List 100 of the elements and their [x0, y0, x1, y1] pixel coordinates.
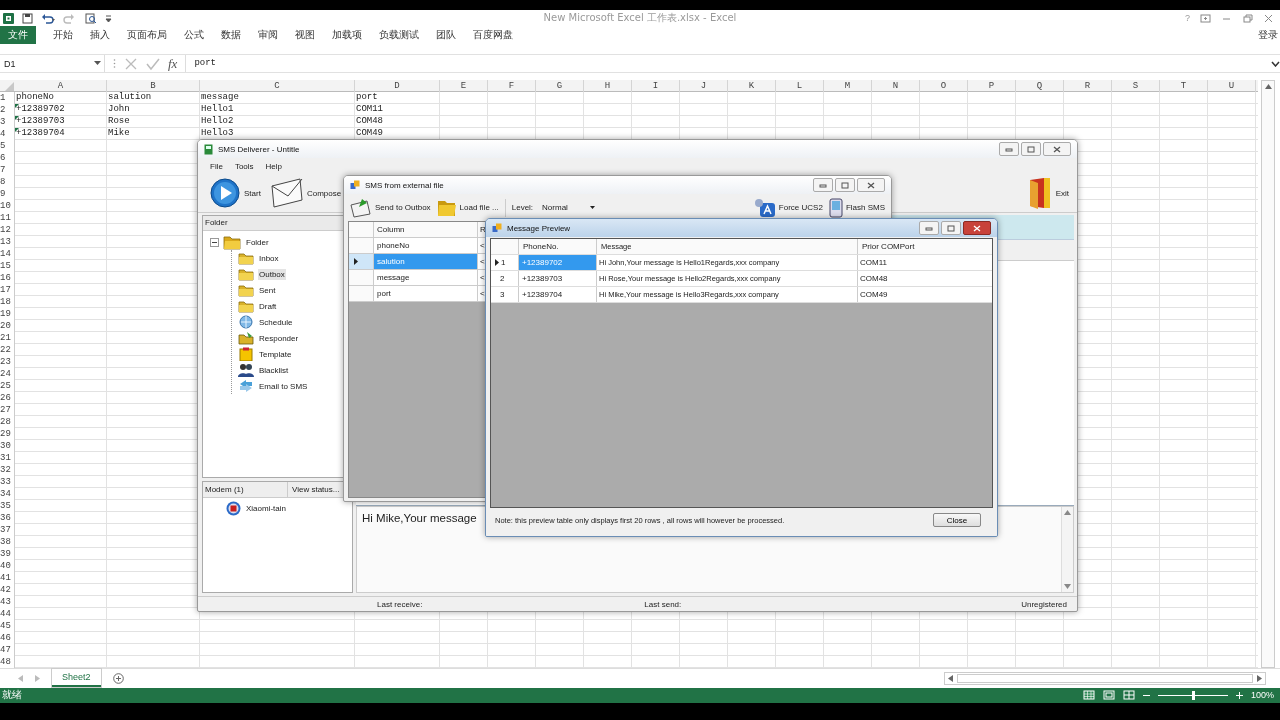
column-header[interactable]: T: [1160, 80, 1208, 93]
formula-field[interactable]: port: [185, 55, 1263, 73]
row-header[interactable]: 39: [0, 548, 15, 561]
row-header[interactable]: 21: [0, 332, 15, 345]
row-header[interactable]: 16: [0, 272, 15, 285]
column-header[interactable]: J: [680, 80, 728, 93]
new-sheet-icon[interactable]: [112, 672, 124, 684]
row-header[interactable]: 44: [0, 608, 15, 621]
name-box[interactable]: D1: [0, 58, 94, 69]
tab-prev-icon[interactable]: [18, 674, 23, 682]
column-header[interactable]: S: [1112, 80, 1160, 93]
column-header[interactable]: N: [872, 80, 920, 93]
toolbar-button[interactable]: Force UCS2: [753, 197, 823, 218]
row-header[interactable]: 17: [0, 284, 15, 297]
row-header[interactable]: 18: [0, 296, 15, 309]
row-header[interactable]: 31: [0, 452, 15, 465]
close-button[interactable]: [963, 221, 991, 235]
row-header[interactable]: 20: [0, 320, 15, 333]
column-header[interactable]: G: [536, 80, 584, 93]
tree-item[interactable]: Blacklist: [258, 364, 290, 376]
ribbon-tab[interactable]: 页面布局: [127, 28, 167, 43]
print-preview-icon[interactable]: [85, 12, 97, 24]
row-header[interactable]: 35: [0, 500, 15, 513]
column-header[interactable]: PhoneNo.: [519, 239, 597, 254]
row-header[interactable]: 24: [0, 368, 15, 381]
ribbon-tab[interactable]: 负载测试: [379, 28, 419, 43]
ribbon-tab[interactable]: 视图: [295, 28, 315, 43]
collapse-icon[interactable]: [210, 237, 219, 247]
toolbar-button[interactable]: Compose: [268, 176, 344, 210]
table-cell[interactable]: +12389703: [519, 271, 597, 286]
column-header[interactable]: R: [1064, 80, 1112, 93]
tree-item[interactable]: Folder: [245, 236, 270, 248]
table-cell[interactable]: COM48: [858, 271, 992, 286]
customize-caret-icon[interactable]: [105, 12, 112, 24]
row-header[interactable]: 42: [0, 584, 15, 597]
menu-item[interactable]: File: [210, 161, 223, 171]
row-header[interactable]: 12: [0, 224, 15, 237]
maximize-button[interactable]: [941, 221, 961, 235]
tree-item[interactable]: Template: [258, 348, 293, 360]
row-header[interactable]: 41: [0, 572, 15, 585]
ribbon-tab[interactable]: 加载项: [332, 28, 362, 43]
restore-icon[interactable]: [1242, 13, 1253, 23]
row-header[interactable]: 34: [0, 488, 15, 501]
dropdown-caret-icon[interactable]: [94, 61, 101, 67]
row-header[interactable]: 9: [0, 188, 15, 201]
tree-item[interactable]: Draft: [258, 300, 278, 312]
modem-item[interactable]: Xiaomi-tain: [246, 504, 286, 513]
row-header[interactable]: 19: [0, 308, 15, 321]
tree-item[interactable]: Schedule: [258, 316, 294, 328]
column-header[interactable]: B: [107, 80, 200, 93]
ribbon-display-icon[interactable]: [1200, 13, 1211, 23]
table-cell[interactable]: message: [374, 270, 478, 285]
minimize-button[interactable]: [999, 142, 1019, 156]
level-dropdown[interactable]: Normal: [539, 202, 598, 213]
column-header[interactable]: C: [200, 80, 355, 93]
row-header[interactable]: 36: [0, 512, 15, 525]
menu-item[interactable]: Help: [265, 161, 283, 171]
page-layout-icon[interactable]: [1102, 690, 1115, 701]
scroll-up-icon[interactable]: [1064, 510, 1071, 515]
row-header[interactable]: 14: [0, 248, 15, 261]
column-header[interactable]: H: [584, 80, 632, 93]
exit-button[interactable]: Exit: [1023, 175, 1071, 211]
column-header[interactable]: U: [1208, 80, 1256, 93]
ribbon-tab[interactable]: 百度网盘: [473, 28, 513, 43]
table-cell[interactable]: phoneNo: [374, 238, 478, 253]
close-button[interactable]: [857, 178, 885, 192]
column-header[interactable]: P: [968, 80, 1016, 93]
column-header[interactable]: O: [920, 80, 968, 93]
row-header[interactable]: 32: [0, 464, 15, 477]
row-header[interactable]: 1: [0, 92, 15, 105]
row-header[interactable]: 37: [0, 524, 15, 537]
ribbon-tab[interactable]: 团队: [436, 28, 456, 43]
row-header[interactable]: 13: [0, 236, 15, 249]
zoom-level[interactable]: 100%: [1250, 690, 1274, 701]
undo-icon[interactable]: [41, 12, 55, 24]
column-header[interactable]: K: [728, 80, 776, 93]
expand-caret-icon[interactable]: [1271, 60, 1280, 67]
tree-item[interactable]: Email to SMS: [258, 380, 309, 392]
toolbar-button[interactable]: Start: [208, 176, 263, 210]
row-header[interactable]: 22: [0, 344, 15, 357]
column-header[interactable]: L: [776, 80, 824, 93]
row-header[interactable]: 33: [0, 476, 15, 489]
row-header[interactable]: 40: [0, 560, 15, 573]
toolbar-button[interactable]: Flash SMS: [828, 197, 885, 218]
row-header[interactable]: 48: [0, 656, 15, 669]
column-header[interactable]: Column: [374, 222, 478, 237]
ribbon-tab[interactable]: 数据: [221, 28, 241, 43]
row-header[interactable]: 43: [0, 596, 15, 609]
minimize-button[interactable]: [919, 221, 939, 235]
column-header[interactable]: M: [824, 80, 872, 93]
table-cell[interactable]: +12389704: [519, 287, 597, 302]
insert-function-button[interactable]: fx: [168, 55, 178, 72]
row-header[interactable]: 27: [0, 404, 15, 417]
row-header[interactable]: 4: [0, 128, 15, 141]
row-header[interactable]: 8: [0, 176, 15, 189]
column-header[interactable]: Prior COMPort: [858, 239, 992, 254]
tree-item[interactable]: Responder: [258, 332, 300, 344]
ribbon-tab[interactable]: 开始: [53, 28, 73, 43]
close-button[interactable]: [1043, 142, 1071, 156]
column-header[interactable]: F: [488, 80, 536, 93]
